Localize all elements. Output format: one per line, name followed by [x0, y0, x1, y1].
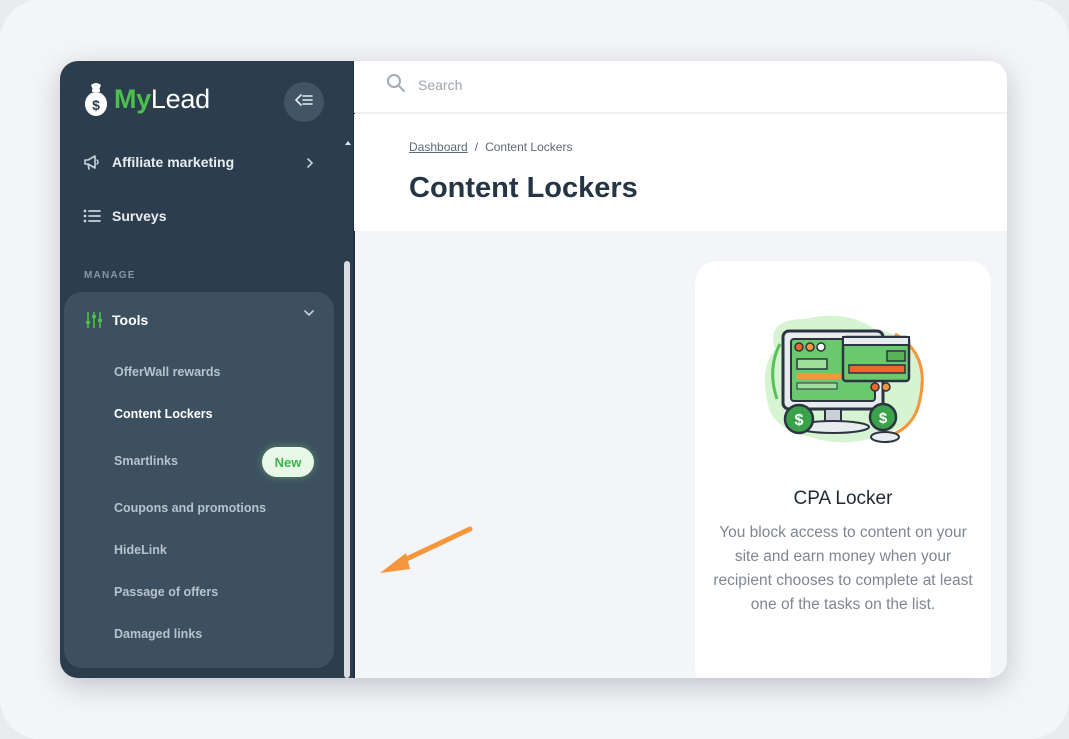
sidebar-item-offerwall-rewards[interactable]: OfferWall rewards	[114, 365, 221, 379]
sidebar-item-affiliate-marketing[interactable]: Affiliate marketing	[82, 152, 234, 172]
sidebar-item-coupons-and-promotions[interactable]: Coupons and promotions	[114, 501, 266, 515]
cpa-locker-illustration: $ $	[755, 309, 935, 454]
sidebar-item-smartlinks[interactable]: Smartlinks	[114, 454, 178, 468]
logo-text: MyLead	[114, 83, 210, 114]
chevron-right-icon	[306, 157, 314, 171]
sliders-icon	[84, 310, 104, 330]
scroll-up-icon[interactable]	[344, 139, 352, 147]
cpa-locker-card[interactable]: $ $ CPA Locker You block access to conte…	[695, 261, 991, 678]
sidebar: $ MyLead Affiliate marketing Surveys MAN…	[60, 61, 354, 678]
sidebar-item-hidelink[interactable]: HideLink	[114, 543, 167, 557]
section-label-manage: MANAGE	[84, 270, 136, 281]
app-window: $ MyLead Affiliate marketing Surveys MAN…	[60, 61, 1007, 678]
new-badge: New	[262, 447, 314, 477]
tools-menu-panel: Tools OfferWall rewards Content Lockers …	[64, 292, 334, 668]
sidebar-item-tools[interactable]: Tools	[84, 310, 148, 330]
sidebar-item-content-lockers[interactable]: Content Lockers	[114, 407, 213, 421]
card-title: CPA Locker	[793, 488, 893, 509]
svg-text:$: $	[92, 97, 100, 113]
breadcrumb-separator: /	[474, 140, 479, 154]
breadcrumb-current: Content Lockers	[485, 140, 573, 154]
svg-text:$: $	[879, 410, 888, 427]
topbar	[354, 61, 1007, 113]
sidebar-scrollbar[interactable]	[344, 261, 350, 678]
sidebar-item-label: Surveys	[112, 208, 167, 224]
sidebar-item-label: Affiliate marketing	[112, 154, 235, 170]
orange-arrow-icon	[376, 523, 476, 580]
breadcrumb-link-dashboard[interactable]: Dashboard	[409, 140, 468, 154]
logo[interactable]: $ MyLead	[84, 81, 210, 117]
money-bag-icon: $	[84, 81, 108, 117]
megaphone-icon	[82, 152, 102, 172]
collapse-left-icon	[295, 93, 313, 112]
page-title: Content Lockers	[409, 172, 638, 204]
sidebar-item-surveys[interactable]: Surveys	[82, 206, 166, 226]
breadcrumb: Dashboard / Content Lockers	[409, 140, 572, 154]
search-input[interactable]	[418, 72, 818, 98]
sidebar-item-passage-of-offers[interactable]: Passage of offers	[114, 585, 218, 599]
list-icon	[82, 206, 102, 226]
svg-text:$: $	[795, 412, 804, 429]
card-description: You block access to content on your site…	[713, 524, 973, 613]
tools-label: Tools	[112, 312, 149, 328]
chevron-down-icon[interactable]	[304, 308, 314, 320]
collapse-sidebar-button[interactable]	[284, 82, 324, 122]
sidebar-item-damaged-links[interactable]: Damaged links	[114, 627, 202, 641]
page-header: Dashboard / Content Lockers Content Locker…	[354, 114, 1007, 231]
search-icon	[386, 73, 406, 98]
